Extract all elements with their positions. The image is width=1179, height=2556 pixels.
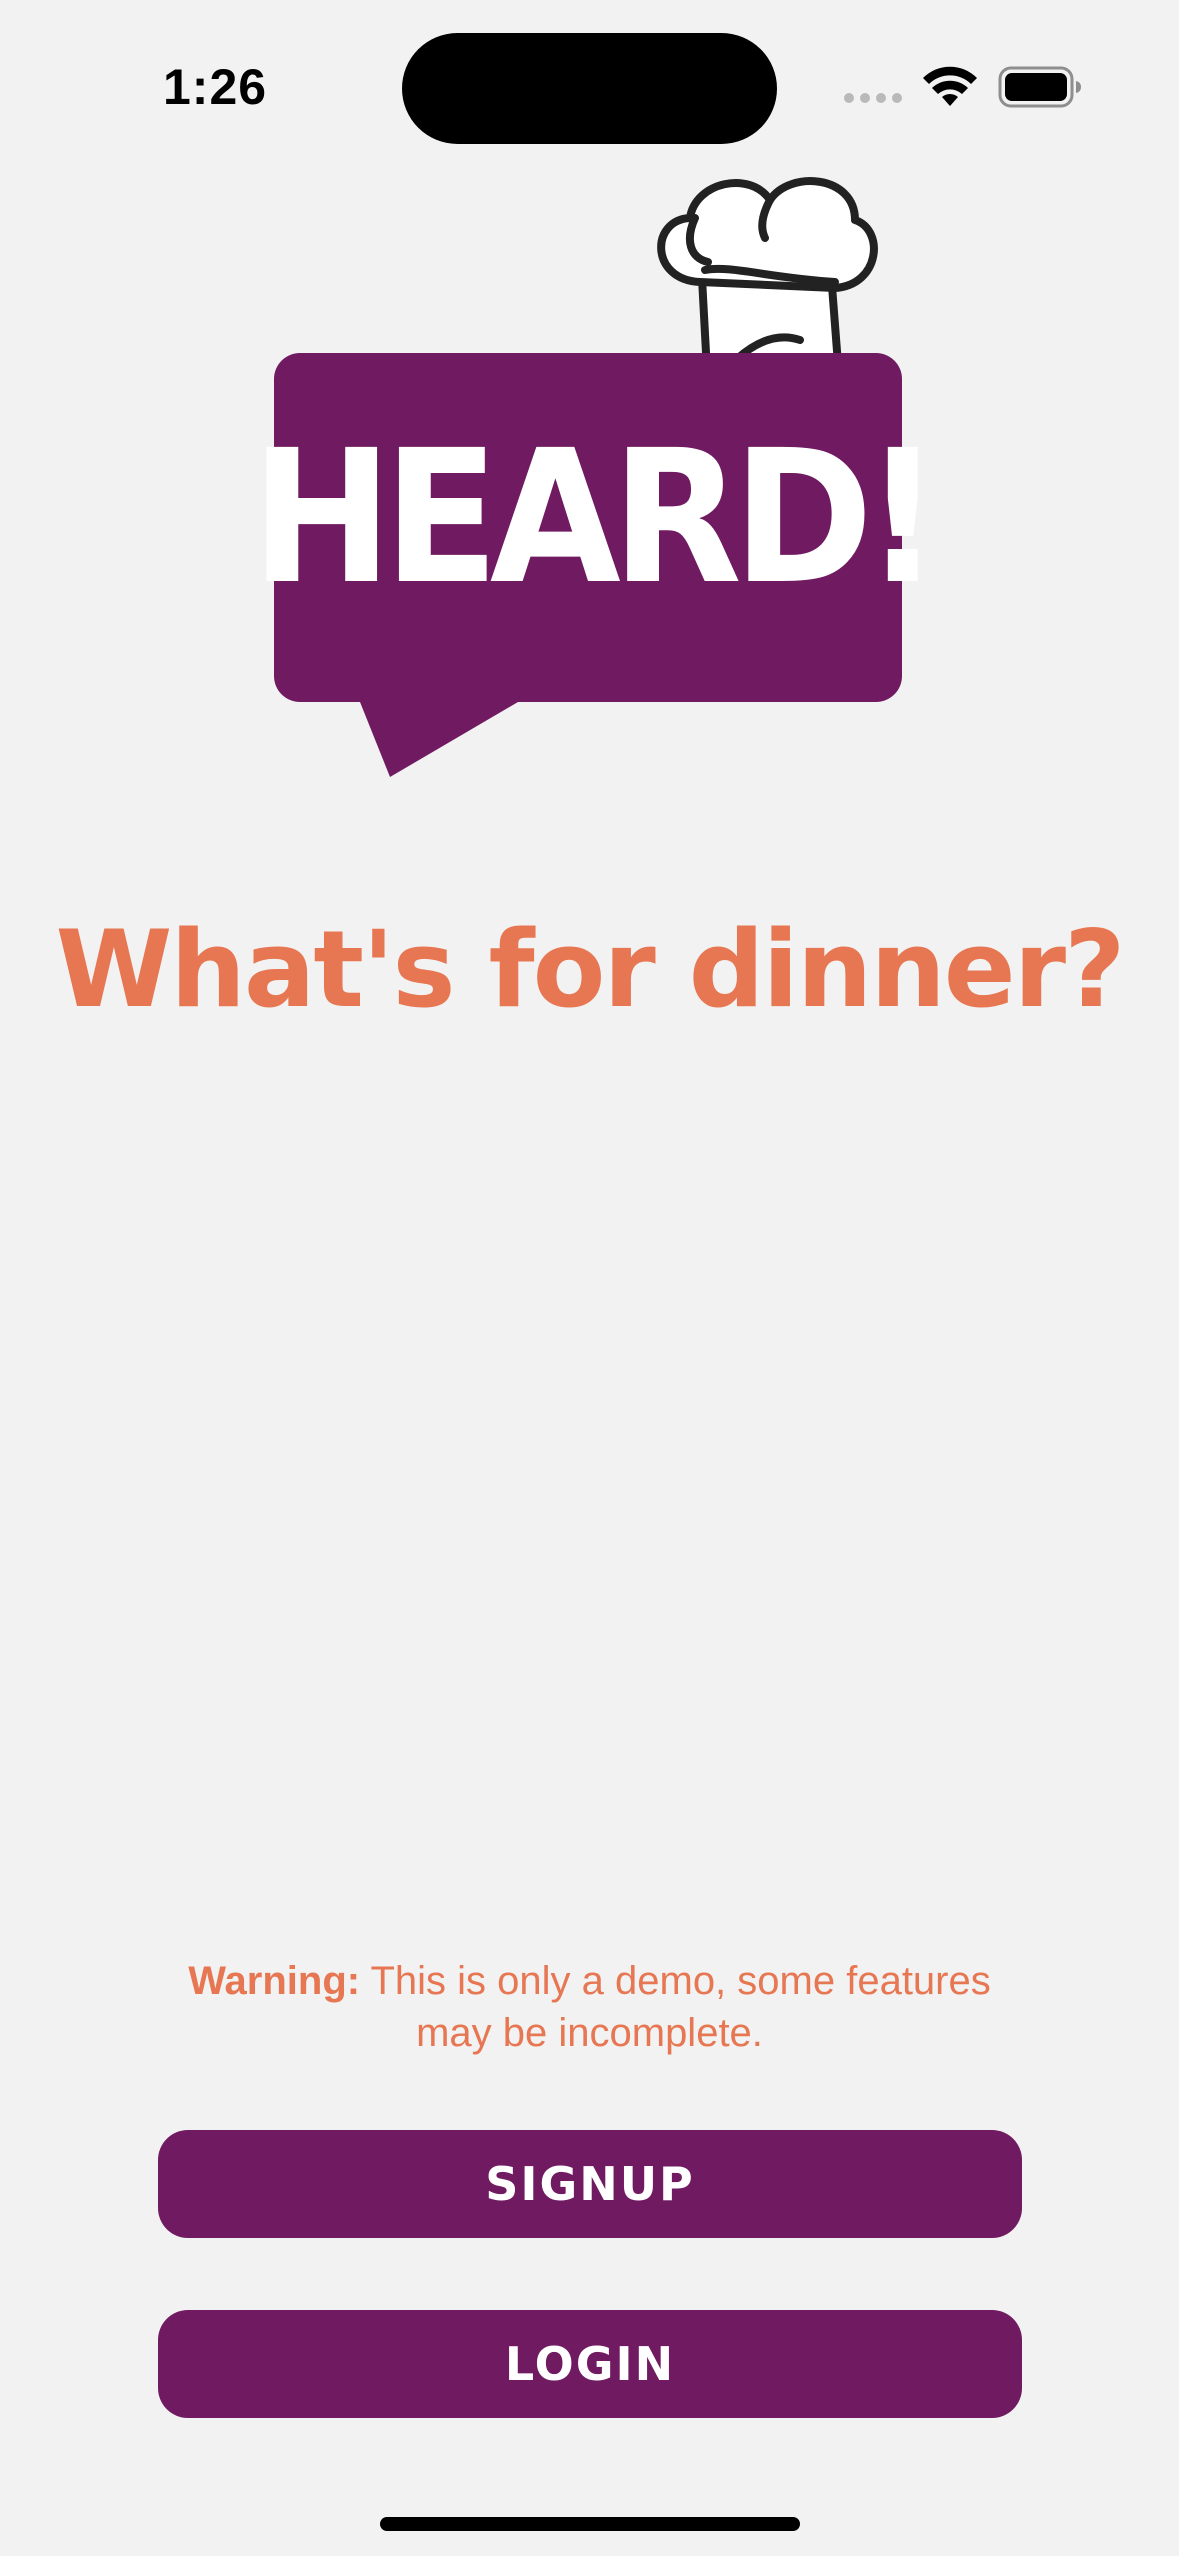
demo-warning: Warning: This is only a demo, some featu… <box>180 1955 999 2059</box>
logo-wordmark: HEARD! <box>250 411 941 625</box>
welcome-screen: 1:26 HEARD! What's for dinner? Warning: … <box>0 0 1179 2556</box>
wifi-icon <box>923 66 977 106</box>
login-button[interactable]: LOGIN <box>158 2310 1022 2418</box>
heard-logo: HEARD! <box>250 170 941 790</box>
home-indicator[interactable] <box>380 2517 800 2531</box>
tagline: What's for dinner? <box>55 908 1126 1031</box>
battery-icon <box>998 66 1081 108</box>
dynamic-island <box>402 33 777 144</box>
warning-label: Warning: <box>188 1959 361 2003</box>
signup-button[interactable]: SIGNUP <box>158 2130 1022 2238</box>
status-time: 1:26 <box>163 59 268 115</box>
cellular-signal-icon <box>844 93 902 103</box>
warning-message: This is only a demo, some features may b… <box>370 1959 991 2055</box>
